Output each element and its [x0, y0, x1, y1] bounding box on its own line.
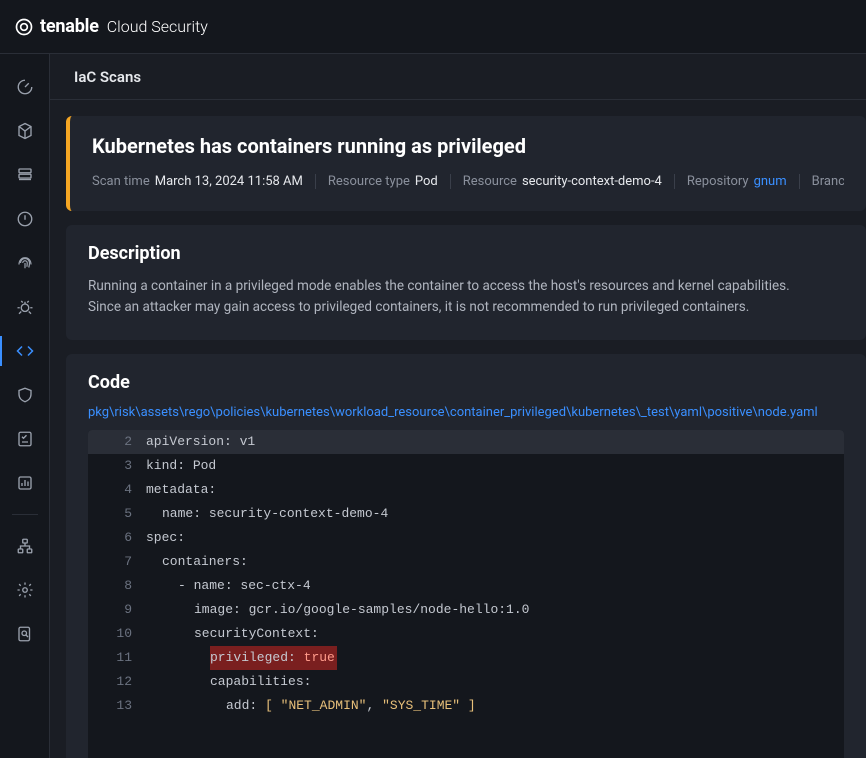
line-number: 6	[88, 526, 146, 550]
line-number: 13	[88, 694, 146, 718]
stack-nav[interactable]	[0, 154, 50, 196]
meta-resource-type: Resource type Pod	[328, 174, 451, 189]
line-content: securityContext:	[146, 622, 844, 646]
line-content: metadata:	[146, 478, 844, 502]
line-number: 8	[88, 574, 146, 598]
finding-title: Kubernetes has containers running as pri…	[92, 134, 844, 158]
cube-nav[interactable]	[0, 110, 50, 152]
code-block: 2apiVersion: v13kind: Pod4metadata:5name…	[88, 430, 844, 758]
line-content: spec:	[146, 526, 844, 550]
line-content: add: [ "NET_ADMIN", "SYS_TIME" ]	[146, 694, 844, 718]
checklist-icon	[16, 430, 34, 448]
line-number: 5	[88, 502, 146, 526]
bar-chart-icon	[16, 474, 34, 492]
code-file-path[interactable]: pkg\risk\assets\rego\policies\kubernetes…	[88, 405, 844, 420]
line-content: image: gcr.io/google-samples/node-hello:…	[146, 598, 844, 622]
line-content: capabilities:	[146, 670, 844, 694]
description-title: Description	[88, 243, 844, 264]
tenable-logo-icon	[14, 17, 34, 37]
shield-icon	[16, 386, 34, 404]
sidebar	[0, 54, 50, 758]
line-content: apiVersion: v1	[146, 430, 844, 454]
line-number: 7	[88, 550, 146, 574]
main-content: IaC Scans Kubernetes has containers runn…	[50, 54, 866, 758]
gear-icon	[16, 581, 34, 599]
alert-circle-icon	[16, 210, 34, 228]
code-line: 11privileged: true	[88, 646, 844, 670]
code-nav[interactable]	[0, 330, 50, 372]
line-number: 4	[88, 478, 146, 502]
brand-name: tenable	[40, 16, 99, 37]
page-title: IaC Scans	[74, 68, 141, 86]
repository-link[interactable]: gnum	[754, 174, 787, 189]
meta-scan-time: Scan time March 13, 2024 11:58 AM	[92, 174, 316, 189]
code-line: 10securityContext:	[88, 622, 844, 646]
search-doc-icon	[16, 625, 34, 643]
meta-repository: Repository gnum	[687, 174, 800, 189]
code-line: 7containers:	[88, 550, 844, 574]
code-line: 4metadata:	[88, 478, 844, 502]
line-number: 10	[88, 622, 146, 646]
code-line: 12capabilities:	[88, 670, 844, 694]
hierarchy-icon	[16, 537, 34, 555]
line-content: kind: Pod	[146, 454, 844, 478]
line-number: 12	[88, 670, 146, 694]
hierarchy-nav[interactable]	[0, 525, 50, 567]
code-line: 8- name: sec-ctx-4	[88, 574, 844, 598]
cube-icon	[16, 122, 34, 140]
line-content: privileged: true	[146, 646, 844, 670]
line-number: 3	[88, 454, 146, 478]
line-number: 9	[88, 598, 146, 622]
code-line: 13add: [ "NET_ADMIN", "SYS_TIME" ]	[88, 694, 844, 718]
sidebar-divider	[12, 514, 38, 515]
bug-nav[interactable]	[0, 286, 50, 328]
alert-circle-nav[interactable]	[0, 198, 50, 240]
meta-resource: Resource security-context-demo-4	[463, 174, 675, 189]
code-line: 2apiVersion: v1	[88, 430, 844, 454]
shield-nav[interactable]	[0, 374, 50, 416]
brand[interactable]: tenable Cloud Security	[14, 16, 208, 37]
description-card: Description Running a container in a pri…	[66, 225, 866, 340]
code-line: 6spec:	[88, 526, 844, 550]
code-line: 5name: security-context-demo-4	[88, 502, 844, 526]
bug-icon	[16, 298, 34, 316]
stack-icon	[16, 166, 34, 184]
gauge-icon	[16, 78, 34, 96]
fingerprint-nav[interactable]	[0, 242, 50, 284]
gauge-nav[interactable]	[0, 66, 50, 108]
line-content: - name: sec-ctx-4	[146, 574, 844, 598]
checklist-nav[interactable]	[0, 418, 50, 460]
brand-sub: Cloud Security	[107, 17, 208, 36]
gear-nav[interactable]	[0, 569, 50, 611]
code-icon	[16, 342, 34, 360]
page-header: IaC Scans	[50, 54, 866, 100]
description-text: Running a container in a privileged mode…	[88, 276, 844, 318]
search-doc-nav[interactable]	[0, 613, 50, 655]
finding-card: Kubernetes has containers running as pri…	[66, 116, 866, 211]
code-card: Code pkg\risk\assets\rego\policies\kuber…	[66, 354, 866, 758]
code-line: 9image: gcr.io/google-samples/node-hello…	[88, 598, 844, 622]
finding-meta-row: Scan time March 13, 2024 11:58 AM Resour…	[92, 174, 844, 189]
meta-branch: Branch main	[812, 174, 844, 189]
line-content: name: security-context-demo-4	[146, 502, 844, 526]
code-title: Code	[88, 372, 844, 393]
bar-chart-nav[interactable]	[0, 462, 50, 504]
fingerprint-icon	[16, 254, 34, 272]
line-content: containers:	[146, 550, 844, 574]
line-number: 2	[88, 430, 146, 454]
top-bar: tenable Cloud Security	[0, 0, 866, 54]
code-line: 3kind: Pod	[88, 454, 844, 478]
line-number: 11	[88, 646, 146, 670]
